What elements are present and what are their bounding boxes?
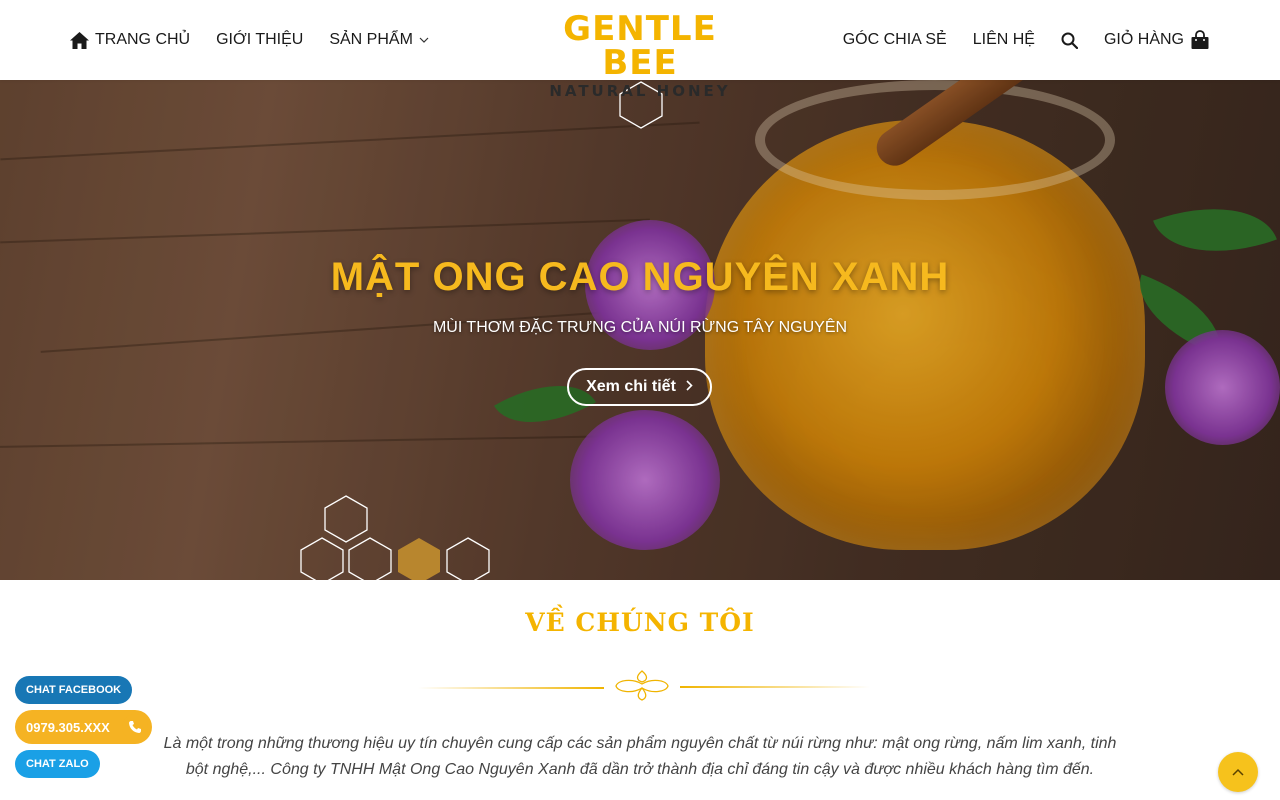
site-header: TRANG CHỦ GIỚI THIỆU SẢN PHẨM GENTLE BEE… [0,0,1280,100]
hexagon-decoration-filled [398,538,440,580]
phone-call-button[interactable]: 0979.305.XXX [15,710,152,744]
arrow-up-icon [1232,763,1244,781]
phone-number-label: 0979.305.XXX [26,719,110,735]
shopping-bag-icon [1190,30,1210,50]
hexagon-decoration [300,537,344,580]
back-to-top-button[interactable] [1218,752,1258,792]
about-description: Là một trong những thương hiệu uy tín ch… [163,735,1117,778]
nav-item-about[interactable]: GIỚI THIỆU [216,31,303,49]
nav-item-products[interactable]: SẢN PHẨM [329,31,429,49]
search-button[interactable] [1061,32,1078,49]
site-logo[interactable]: GENTLE BEE NATURAL HONEY [520,12,760,100]
logo-title: GENTLE BEE [563,9,717,83]
logo-subtitle: NATURAL HONEY [549,82,731,100]
hexagon-decoration [348,537,392,580]
nav-contact-label: LIÊN HỆ [972,31,1035,48]
chevron-right-icon [686,378,693,396]
chat-facebook-label: CHAT FACEBOOK [26,684,122,696]
hero-detail-button[interactable]: Xem chi tiết [567,368,712,406]
hero-button-label: Xem chi tiết [586,378,676,395]
main-nav-right: GÓC CHIA SẺ LIÊN HỆ GIỎ HÀNG [843,0,1210,80]
nav-products-label: SẢN PHẨM [329,31,413,48]
home-icon [70,31,89,49]
nav-item-contact[interactable]: LIÊN HỆ [973,31,1035,49]
hexagon-decoration [446,537,490,580]
chevron-down-icon [419,37,429,44]
ornament-icon [615,670,669,701]
main-nav-left: TRANG CHỦ GIỚI THIỆU SẢN PHẨM [70,0,429,80]
phone-icon [122,714,148,740]
nav-about-label: GIỚI THIỆU [216,31,304,48]
nav-blog-label: GÓC CHIA SẺ [842,31,947,48]
nav-cart-label: GIỎ HÀNG [1103,31,1184,48]
search-icon [1061,32,1078,49]
nav-item-blog[interactable]: GÓC CHIA SẺ [843,31,947,49]
chat-facebook-button[interactable]: CHAT FACEBOOK [15,676,133,704]
hero-title: MẬT ONG CAO NGUYÊN XANH [330,255,950,299]
hero-banner: MẬT ONG CAO NGUYÊN XANH MÙI THƠM ĐẶC TRƯ… [0,80,1280,580]
divider-line-left [418,687,604,689]
chat-zalo-label: CHAT ZALO [26,758,89,770]
nav-item-home[interactable]: TRANG CHỦ [70,31,190,49]
chat-zalo-button[interactable]: CHAT ZALO [15,750,100,778]
hero-subtitle: MÙI THƠM ĐẶC TRƯNG CỦA NÚI RỪNG TÂY NGUY… [432,319,848,336]
about-section-title: VỀ CHÚNG TÔI [525,608,755,637]
nav-item-cart[interactable]: GIỎ HÀNG [1104,30,1210,50]
nav-home-label: TRANG CHỦ [95,31,191,48]
divider-line-right [680,686,870,688]
